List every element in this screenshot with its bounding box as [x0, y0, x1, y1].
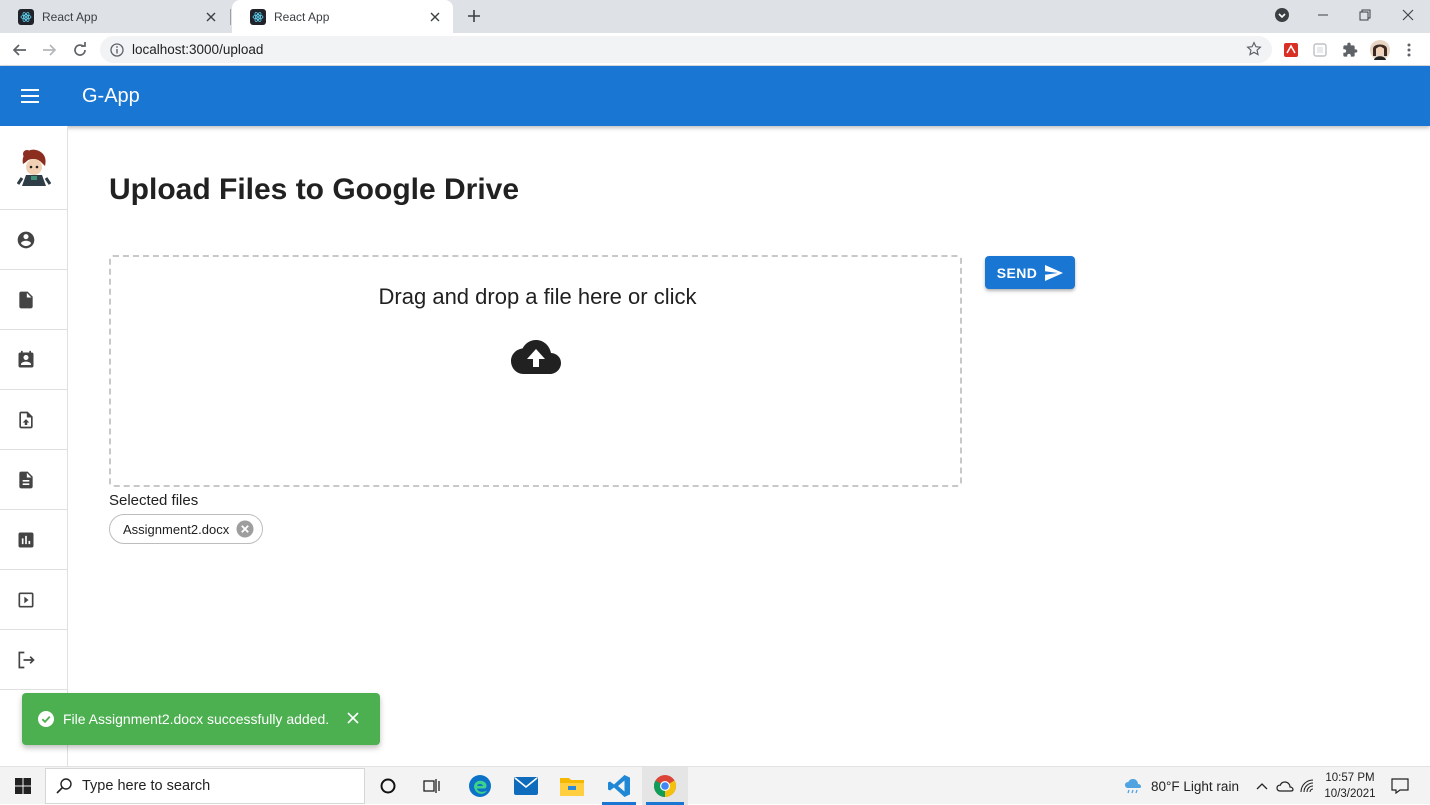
react-favicon-icon — [18, 8, 34, 25]
reload-icon[interactable] — [69, 39, 91, 61]
clock-date: 10/3/2021 — [1324, 788, 1376, 800]
bar-chart-icon — [16, 530, 36, 550]
taskbar-search-input[interactable]: Type here to search — [45, 768, 365, 804]
tab-title: React App — [274, 9, 330, 24]
drawer-item-upload[interactable] — [0, 390, 67, 450]
drawer-item-slides[interactable] — [0, 570, 67, 630]
tab-close-icon[interactable] — [203, 9, 219, 25]
drawer-item-files[interactable] — [0, 270, 67, 330]
extension-red-icon[interactable] — [1280, 39, 1302, 61]
bookmark-star-icon[interactable] — [1246, 41, 1262, 57]
drawer-avatar[interactable] — [0, 126, 67, 210]
mail-icon[interactable] — [508, 767, 544, 805]
upload-file-icon — [16, 410, 36, 430]
close-window-icon[interactable] — [1387, 0, 1429, 30]
extensions-puzzle-icon[interactable] — [1339, 39, 1361, 61]
browser-tab-strip: React App React App — [0, 0, 1430, 33]
address-bar[interactable]: localhost:3000/upload — [100, 36, 1272, 63]
dropzone-text: Drag and drop a file here or click — [378, 284, 697, 309]
windows-taskbar: Type here to search 80°F Light rain 10:5… — [0, 766, 1430, 805]
cloud-upload-icon — [511, 339, 561, 375]
address-url: localhost:3000/upload — [132, 42, 264, 57]
app-title: G-App — [82, 85, 140, 107]
page-title: Upload Files to Google Drive — [109, 173, 520, 206]
browser-tab-1[interactable]: React App — [0, 0, 229, 33]
browser-menu-icon[interactable] — [1398, 39, 1420, 61]
minimize-icon[interactable] — [1302, 0, 1344, 30]
profile-avatar[interactable] — [1369, 39, 1391, 61]
selected-file-chip: Assignment2.docx — [109, 514, 264, 544]
task-view-icon[interactable] — [416, 767, 448, 805]
close-icon[interactable] — [346, 711, 360, 725]
drawer-item-documents[interactable] — [0, 450, 67, 510]
play-slides-icon — [16, 590, 36, 610]
tab-search-icon[interactable] — [1261, 0, 1303, 30]
contact-card-icon — [16, 350, 36, 370]
notification-center-icon[interactable] — [1388, 767, 1412, 805]
app-bar: G-App — [0, 66, 1430, 126]
file-dropzone[interactable]: Drag and drop a file here or click — [109, 255, 962, 487]
send-button[interactable]: SEND — [985, 256, 1075, 289]
weather-text[interactable]: 80°F Light rain — [1151, 767, 1239, 805]
search-placeholder: Type here to search — [82, 778, 211, 794]
drawer-item-charts[interactable] — [0, 510, 67, 570]
file-icon — [16, 290, 36, 310]
restore-icon[interactable] — [1344, 0, 1386, 30]
weather-icon[interactable] — [1122, 767, 1144, 805]
react-favicon-icon — [250, 8, 266, 25]
chrome-icon[interactable] — [642, 767, 688, 805]
file-explorer-icon[interactable] — [554, 767, 590, 805]
back-icon[interactable] — [9, 39, 31, 61]
vscode-icon[interactable] — [598, 767, 640, 805]
document-icon — [16, 470, 36, 490]
taskbar-clock[interactable]: 10:57 PM 10/3/2021 — [1322, 770, 1378, 802]
drawer-item-profile[interactable] — [0, 210, 67, 270]
forward-icon[interactable] — [38, 39, 60, 61]
tab-divider — [230, 9, 231, 25]
check-circle-icon — [38, 711, 54, 727]
browser-toolbar: localhost:3000/upload — [0, 33, 1430, 66]
site-info-icon[interactable] — [110, 42, 124, 57]
snackbar-message: File Assignment2.docx successfully added… — [63, 711, 330, 727]
selected-files-label: Selected files — [109, 492, 199, 509]
onedrive-cloud-icon[interactable] — [1275, 767, 1295, 805]
avatar-icon — [17, 148, 51, 188]
drawer-item-logout[interactable] — [0, 630, 67, 690]
show-hidden-icons-chevron-icon[interactable] — [1254, 767, 1270, 805]
remove-file-icon[interactable] — [236, 520, 254, 538]
new-tab-button[interactable] — [464, 6, 484, 26]
windows-start-icon[interactable] — [6, 767, 40, 805]
hamburger-menu-icon[interactable] — [18, 84, 42, 108]
browser-tab-2[interactable]: React App — [232, 0, 453, 33]
account-circle-icon — [16, 230, 36, 250]
tab-close-icon[interactable] — [427, 9, 443, 25]
cortana-icon[interactable] — [372, 767, 404, 805]
edge-icon[interactable] — [462, 767, 498, 805]
logout-icon — [16, 650, 36, 670]
tab-title: React App — [42, 9, 98, 24]
send-button-label: SEND — [996, 264, 1038, 281]
search-icon — [56, 778, 72, 794]
wifi-icon[interactable] — [1298, 767, 1318, 805]
extension-grey-icon[interactable] — [1309, 39, 1331, 61]
success-snackbar: File Assignment2.docx successfully added… — [22, 693, 380, 745]
drawer-item-contacts[interactable] — [0, 330, 67, 390]
chip-label: Assignment2.docx — [123, 521, 230, 537]
side-drawer — [0, 126, 68, 766]
clock-time: 10:57 PM — [1325, 772, 1375, 784]
send-icon — [1045, 264, 1064, 281]
